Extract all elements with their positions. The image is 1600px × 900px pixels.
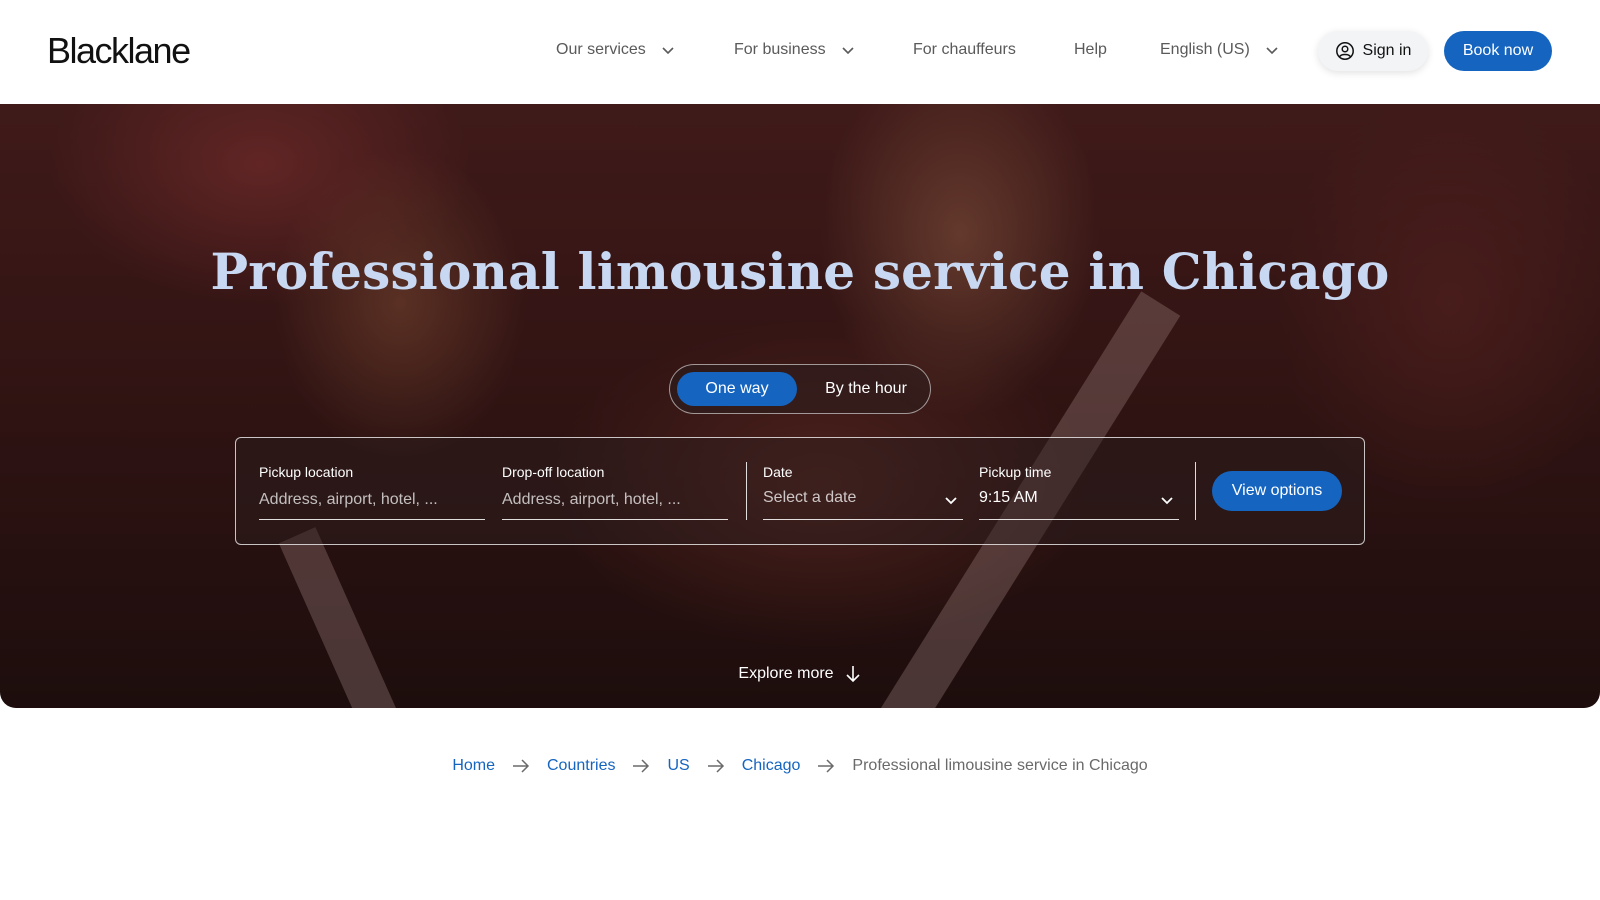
form-divider xyxy=(1195,462,1196,520)
nav-for-business-label: For business xyxy=(734,41,826,58)
arrow-right-icon xyxy=(633,759,650,773)
breadcrumb-countries[interactable]: Countries xyxy=(547,757,615,775)
tab-by-the-hour[interactable]: By the hour xyxy=(810,372,922,406)
breadcrumb-us[interactable]: US xyxy=(667,757,689,775)
explore-more-label: Explore more xyxy=(738,665,834,682)
pickup-time-label: Pickup time xyxy=(979,464,1052,480)
nav-our-services[interactable]: Our services xyxy=(556,41,676,59)
hero-section: Professional limousine service in Chicag… xyxy=(0,104,1600,708)
pickup-location-label: Pickup location xyxy=(259,464,354,480)
arrow-down-icon xyxy=(846,666,860,683)
chevron-down-icon xyxy=(1161,497,1173,505)
chevron-down-icon xyxy=(1266,47,1278,55)
nav-help[interactable]: Help xyxy=(1074,41,1107,59)
nav-for-chauffeurs-label: For chauffeurs xyxy=(913,41,1016,58)
pickup-location-field: Pickup location xyxy=(259,460,485,520)
book-now-button[interactable]: Book now xyxy=(1444,31,1552,71)
form-divider xyxy=(746,462,747,520)
breadcrumb-current-page: Professional limousine service in Chicag… xyxy=(852,757,1148,774)
breadcrumb: Home Countries US Chicago Professional l… xyxy=(0,757,1600,775)
trip-type-toggle: One way By the hour xyxy=(669,364,931,414)
chevron-down-icon xyxy=(662,47,674,55)
chevron-down-icon xyxy=(842,47,854,55)
nav-our-services-label: Our services xyxy=(556,41,646,58)
site-header: Blacklane Our services For business For … xyxy=(0,0,1600,104)
arrow-right-icon xyxy=(513,759,530,773)
pickup-location-input[interactable] xyxy=(259,488,485,512)
date-field[interactable]: Date Select a date xyxy=(763,460,963,520)
nav-for-business[interactable]: For business xyxy=(734,41,856,59)
chevron-down-icon xyxy=(945,497,957,505)
dropoff-location-field: Drop-off location xyxy=(502,460,728,520)
breadcrumb-chicago[interactable]: Chicago xyxy=(742,757,801,775)
dropoff-location-input[interactable] xyxy=(502,488,728,512)
date-label: Date xyxy=(763,464,793,480)
language-selector-label: English (US) xyxy=(1160,41,1250,58)
pickup-time-field[interactable]: Pickup time 9:15 AM xyxy=(979,460,1179,520)
language-selector[interactable]: English (US) xyxy=(1160,41,1280,59)
page-title: Professional limousine service in Chicag… xyxy=(210,242,1390,301)
view-options-button[interactable]: View options xyxy=(1212,471,1342,511)
date-value: Select a date xyxy=(763,489,857,506)
pickup-time-value: 9:15 AM xyxy=(979,489,1038,506)
breadcrumb-home[interactable]: Home xyxy=(452,757,495,775)
sign-in-button[interactable]: Sign in xyxy=(1318,31,1428,71)
dropoff-location-label: Drop-off location xyxy=(502,464,605,480)
nav-help-label: Help xyxy=(1074,41,1107,58)
arrow-right-icon xyxy=(707,759,724,773)
nav-for-chauffeurs[interactable]: For chauffeurs xyxy=(913,41,1016,59)
blacklane-logo[interactable]: Blacklane xyxy=(47,30,191,72)
sign-in-label: Sign in xyxy=(1362,42,1412,59)
booking-form: Pickup location Drop-off location Date S… xyxy=(235,437,1365,545)
arrow-right-icon xyxy=(818,759,835,773)
user-icon xyxy=(1335,42,1354,60)
tab-one-way[interactable]: One way xyxy=(677,372,797,406)
explore-more-link[interactable]: Explore more xyxy=(0,664,1600,684)
